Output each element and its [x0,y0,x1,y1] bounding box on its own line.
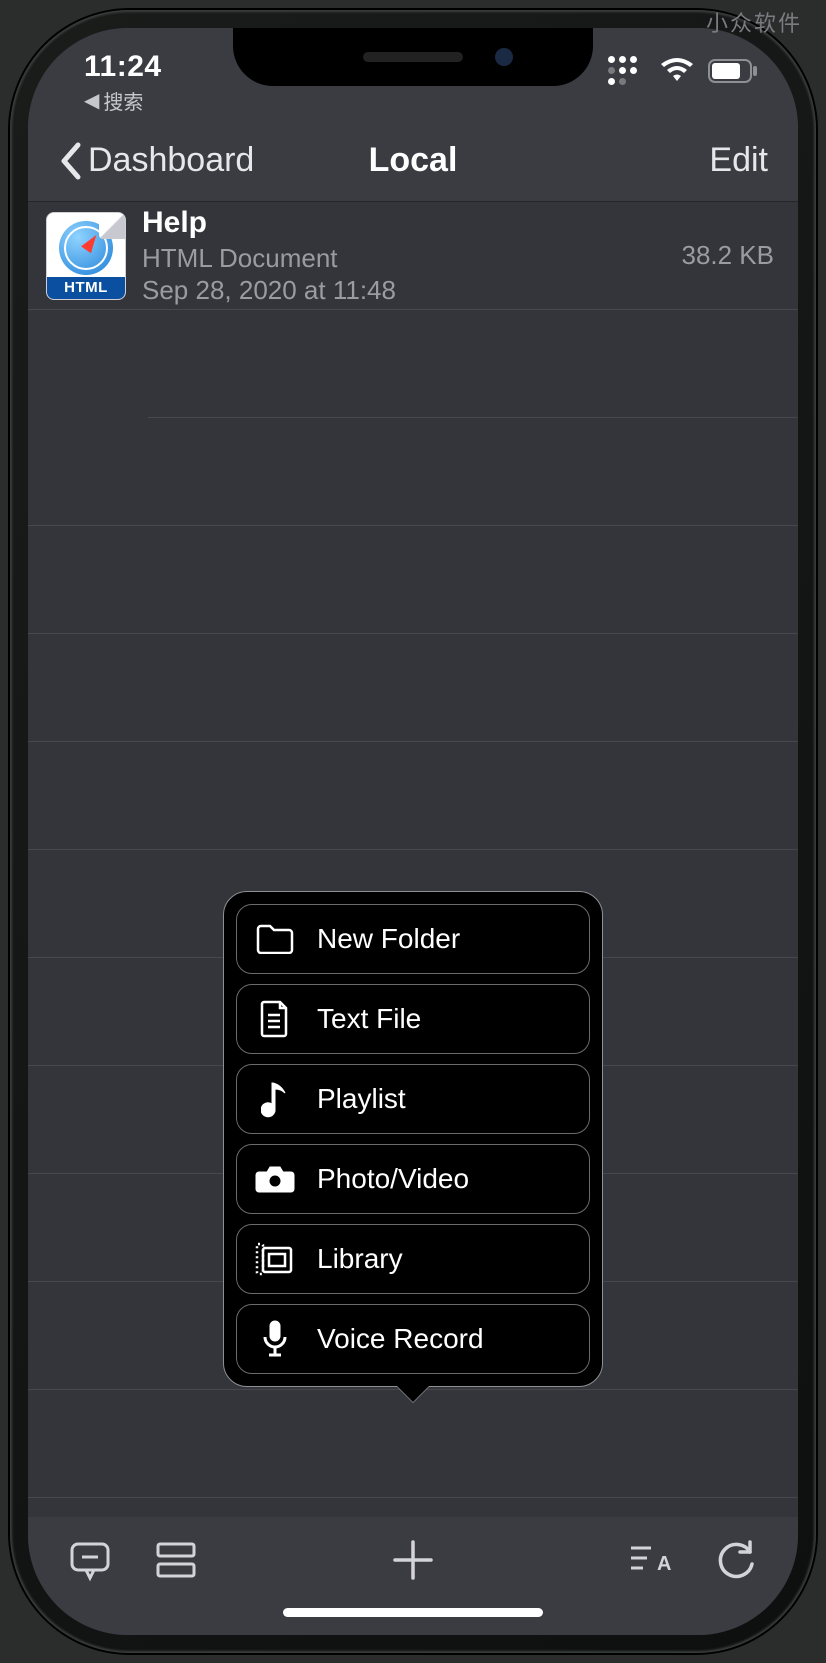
menu-item-photo-video[interactable]: Photo/Video [236,1144,590,1214]
add-menu-popup: New Folder Text File Playlist [223,891,603,1387]
svg-text:A: A [657,1553,671,1575]
file-size: 38.2 KB [681,240,774,271]
back-button[interactable]: Dashboard [58,141,254,181]
menu-item-playlist[interactable]: Playlist [236,1064,590,1134]
library-icon [255,1242,295,1276]
file-kind: HTML Document [142,242,665,275]
screen: 11:24 ◀ 搜索 [28,28,798,1635]
navigation-bar: Dashboard Local Edit [28,120,798,202]
menu-item-library[interactable]: Library [236,1224,590,1294]
folder-icon [255,924,295,954]
speech-bubble-minus-icon [68,1538,112,1582]
watermark: 小众软件 [706,6,802,38]
list-separator [28,1390,798,1498]
cellular-signal-icon [608,56,646,85]
file-name: Help [142,204,665,242]
breadcrumb-back-to-search[interactable]: ◀ 搜索 [84,86,143,115]
icon-badge: HTML [47,277,125,299]
html-file-icon: HTML [46,212,126,300]
menu-item-label: Library [317,1243,403,1275]
toolbar-view-button[interactable] [150,1534,202,1586]
menu-item-label: Voice Record [317,1323,484,1355]
file-meta: Help HTML Document Sep 28, 2020 at 11:48 [142,204,665,307]
page-title: Local [369,141,458,180]
toolbar-comment-button[interactable] [64,1534,116,1586]
file-row[interactable]: HTML Help HTML Document Sep 28, 2020 at … [28,202,798,310]
file-list[interactable]: HTML Help HTML Document Sep 28, 2020 at … [28,202,798,1517]
bottom-toolbar: A [28,1517,798,1635]
menu-item-new-folder[interactable]: New Folder [236,904,590,974]
list-separator [28,742,798,850]
home-indicator[interactable] [283,1608,543,1617]
plus-icon [389,1536,437,1584]
edit-button[interactable]: Edit [709,141,768,180]
toolbar-add-button[interactable] [387,1534,439,1586]
toolbar-refresh-button[interactable] [710,1534,762,1586]
menu-item-label: Text File [317,1003,421,1035]
microphone-icon [255,1319,295,1359]
list-separator [28,634,798,742]
toolbar-sort-button[interactable]: A [624,1534,676,1586]
menu-item-voice-record[interactable]: Voice Record [236,1304,590,1374]
device-frame: 11:24 ◀ 搜索 [10,10,816,1653]
list-view-icon [154,1540,198,1580]
camera-icon [255,1164,295,1194]
menu-item-label: Photo/Video [317,1163,469,1195]
menu-item-label: Playlist [317,1083,406,1115]
clock: 11:24 [84,50,162,84]
refresh-icon [714,1538,758,1582]
breadcrumb-label: 搜索 [103,86,143,115]
notch [233,28,593,86]
menu-item-text-file[interactable]: Text File [236,984,590,1054]
chevron-left-icon [58,141,82,181]
battery-icon [708,59,758,83]
breadcrumb-caret: ◀ [84,88,99,113]
sort-alpha-icon: A [627,1540,673,1580]
list-separator [28,526,798,634]
file-date: Sep 28, 2020 at 11:48 [142,274,665,307]
wifi-icon [660,58,694,84]
back-label: Dashboard [88,141,254,180]
list-separator [28,418,798,526]
menu-item-label: New Folder [317,923,460,955]
list-separator [148,310,798,418]
textfile-icon [255,1000,295,1038]
music-note-icon [255,1079,295,1119]
